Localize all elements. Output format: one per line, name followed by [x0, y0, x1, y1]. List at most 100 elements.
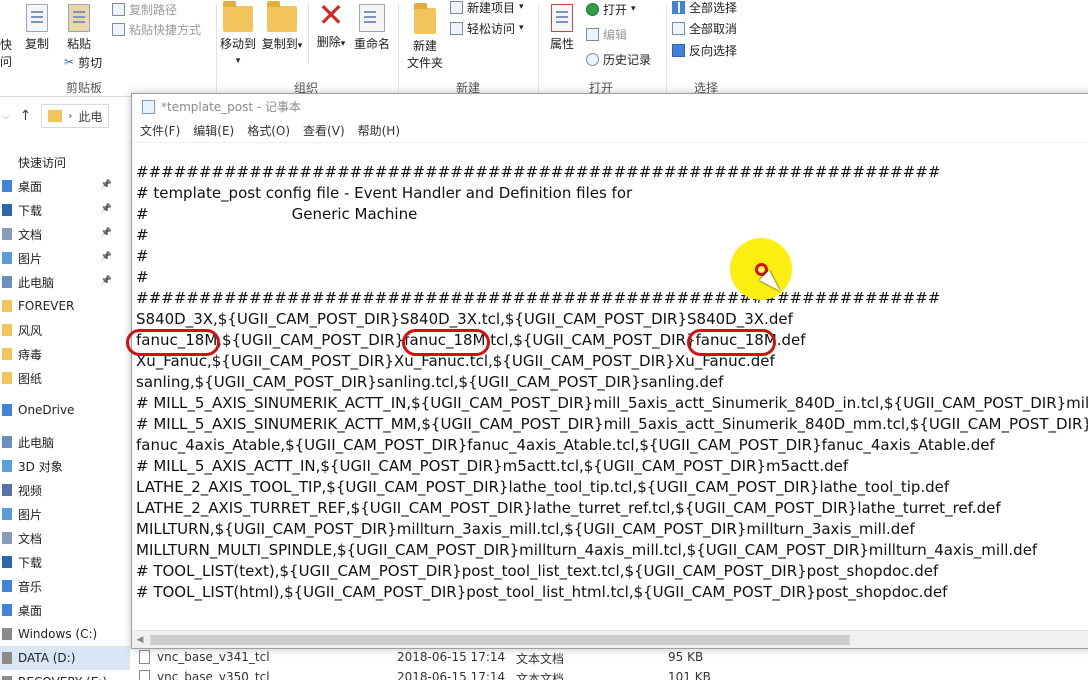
- copy-path-button[interactable]: 复制路径: [112, 0, 177, 18]
- cut-button[interactable]: ✂ 剪切: [64, 53, 102, 71]
- pin-icon: 📌: [100, 204, 112, 214]
- folder-icon: [2, 652, 12, 664]
- easy-access-button[interactable]: 轻松访问 ▾: [450, 19, 524, 37]
- sidebar-item[interactable]: 图片 📌: [0, 246, 130, 270]
- text-line: # MILL_5_AXIS_SINUMERIK_ACTT_IN,${UGII_C…: [136, 394, 1088, 412]
- cut-label: 剪切: [78, 55, 103, 70]
- sidebar-item[interactable]: DATA (D:): [0, 646, 130, 670]
- history-button[interactable]: 历史记录: [586, 50, 651, 68]
- sidebar-item-label: 图纸: [18, 371, 43, 386]
- file-row[interactable]: vnc_base_v341_tcl 2018-06-15 17:14 文本文档 …: [133, 647, 1088, 667]
- notepad-text-area[interactable]: ########################################…: [136, 162, 1088, 602]
- open-button[interactable]: 打开 ▾: [586, 0, 636, 18]
- sidebar-item[interactable]: 此电脑: [0, 430, 130, 454]
- file-row[interactable]: vnc_base_v350_tcl 2018-06-15 17:14 文本文档 …: [133, 667, 1088, 680]
- menu-format[interactable]: 格式(O): [247, 122, 290, 139]
- notepad-window[interactable]: *template_post - 记事本 文件(F) 编辑(E) 格式(O) 查…: [131, 93, 1088, 649]
- sidebar-item[interactable]: 快速访问: [0, 150, 130, 174]
- copy-button[interactable]: 复制: [22, 0, 52, 52]
- sidebar-item[interactable]: 痔毒: [0, 342, 130, 366]
- properties-button[interactable]: 属性: [545, 0, 579, 52]
- select-all-button[interactable]: 全部选择: [672, 0, 737, 16]
- sidebar-item[interactable]: 视频: [0, 478, 130, 502]
- annotation-circle: [126, 329, 220, 356]
- easy-access-icon: [450, 21, 463, 35]
- sidebar-item[interactable]: 3D 对象: [0, 454, 130, 478]
- text-line: ########################################…: [136, 163, 941, 181]
- address-bar[interactable]: › 此电: [41, 104, 110, 128]
- new-item-icon: [450, 0, 463, 14]
- folder-icon: [2, 180, 12, 192]
- text-line: # TOOL_LIST(html),${UGII_CAM_POST_DIR}po…: [136, 583, 948, 601]
- edit-button[interactable]: 编辑: [586, 25, 627, 43]
- sidebar-item[interactable]: FOREVER: [0, 294, 130, 318]
- delete-label: 删除: [316, 35, 341, 49]
- sidebar-item[interactable]: RECOVERY (E:): [0, 670, 130, 680]
- sidebar-item[interactable]: 文档 📌: [0, 222, 130, 246]
- up-arrow-icon[interactable]: ↑: [20, 108, 32, 124]
- menu-view[interactable]: 查看(V): [303, 122, 345, 139]
- sidebar-item[interactable]: Windows (C:): [0, 622, 130, 646]
- sidebar-item[interactable]: 文档: [0, 526, 130, 550]
- pin-icon: 📌: [100, 252, 112, 262]
- clipboard-group-label: 剪贴板: [66, 81, 103, 95]
- paste-shortcut-button[interactable]: 粘贴快捷方式: [112, 20, 201, 38]
- history-icon: [586, 52, 599, 66]
- paste-icon: [68, 4, 90, 32]
- sidebar-item[interactable]: 下载 📌: [0, 198, 130, 222]
- text-line: # Generic Machine: [136, 205, 418, 223]
- sidebar-item[interactable]: OneDrive: [0, 398, 130, 422]
- copy-label: 复制: [24, 37, 49, 51]
- folder-icon: [2, 460, 12, 472]
- invert-selection-button[interactable]: 反向选择: [672, 41, 737, 59]
- sidebar-item-label: 下载: [18, 555, 43, 570]
- text-line: # TOOL_LIST(text),${UGII_CAM_POST_DIR}po…: [136, 562, 939, 580]
- move-to-label: 移动到: [219, 37, 256, 51]
- folder-icon: [2, 508, 12, 520]
- chevron-down-icon: ▾: [340, 39, 346, 49]
- scroll-left-arrow-icon[interactable]: ◀: [132, 635, 148, 645]
- horizontal-scrollbar[interactable]: ◀: [132, 630, 1088, 648]
- notepad-title-bar[interactable]: *template_post - 记事本: [132, 94, 1088, 119]
- new-item-button[interactable]: 新建项目 ▾: [450, 0, 524, 16]
- sidebar-item[interactable]: 图纸: [0, 366, 130, 390]
- sidebar-item[interactable]: 下载: [0, 550, 130, 574]
- delete-button[interactable]: ✕ 删除▾: [312, 0, 350, 50]
- sidebar-item-label: 痔毒: [18, 347, 43, 362]
- menu-edit[interactable]: 编辑(E): [193, 122, 234, 139]
- sidebar-item[interactable]: 图片: [0, 502, 130, 526]
- sidebar-item[interactable]: 风风: [0, 318, 130, 342]
- menu-file[interactable]: 文件(F): [140, 122, 180, 139]
- text-line: fanuc_18M,${UGII_CAM_POST_DIR}fanuc_18M.…: [136, 331, 806, 349]
- sidebar-item-label: 文档: [18, 531, 43, 546]
- new-folder-label-2: 文件夹: [406, 56, 443, 70]
- copy-to-button[interactable]: 复制到▾: [260, 0, 304, 52]
- invert-selection-icon: [672, 43, 685, 57]
- file-type: 文本文档: [516, 672, 565, 680]
- menu-help[interactable]: 帮助(H): [358, 122, 400, 139]
- sidebar-item[interactable]: 桌面: [0, 598, 130, 622]
- paste-button[interactable]: 粘贴: [62, 0, 96, 52]
- recent-locations-chevron-icon[interactable]: ⌵: [2, 111, 10, 122]
- folder-icon: [2, 276, 12, 288]
- address-text: 此电: [78, 109, 103, 124]
- new-folder-button[interactable]: 新建 文件夹: [404, 0, 446, 71]
- sidebar-item-label: 快速访问: [18, 155, 67, 170]
- window-title: *template_post - 记事本: [161, 100, 302, 114]
- move-to-button[interactable]: 移动到 ▾: [218, 0, 258, 66]
- pin-to-quick-access-button[interactable]: 快 问: [0, 36, 18, 70]
- file-type: 文本文档: [516, 652, 565, 666]
- copy-path-icon: [112, 2, 125, 16]
- pin-icon: 📌: [100, 228, 112, 238]
- scrollbar-thumb[interactable]: [150, 634, 850, 645]
- sidebar-item[interactable]: 音乐: [0, 574, 130, 598]
- properties-check-icon: [551, 4, 573, 32]
- rename-button[interactable]: 重命名: [352, 0, 392, 52]
- sidebar-item-label: 视频: [18, 483, 43, 498]
- sidebar-item[interactable]: 桌面 📌: [0, 174, 130, 198]
- text-line: #: [136, 226, 149, 244]
- select-none-button[interactable]: 全部取消: [672, 19, 737, 37]
- sidebar-item[interactable]: 此电脑 📌: [0, 270, 130, 294]
- select-none-icon: [672, 21, 685, 35]
- sidebar-item-label: 文档: [18, 227, 43, 242]
